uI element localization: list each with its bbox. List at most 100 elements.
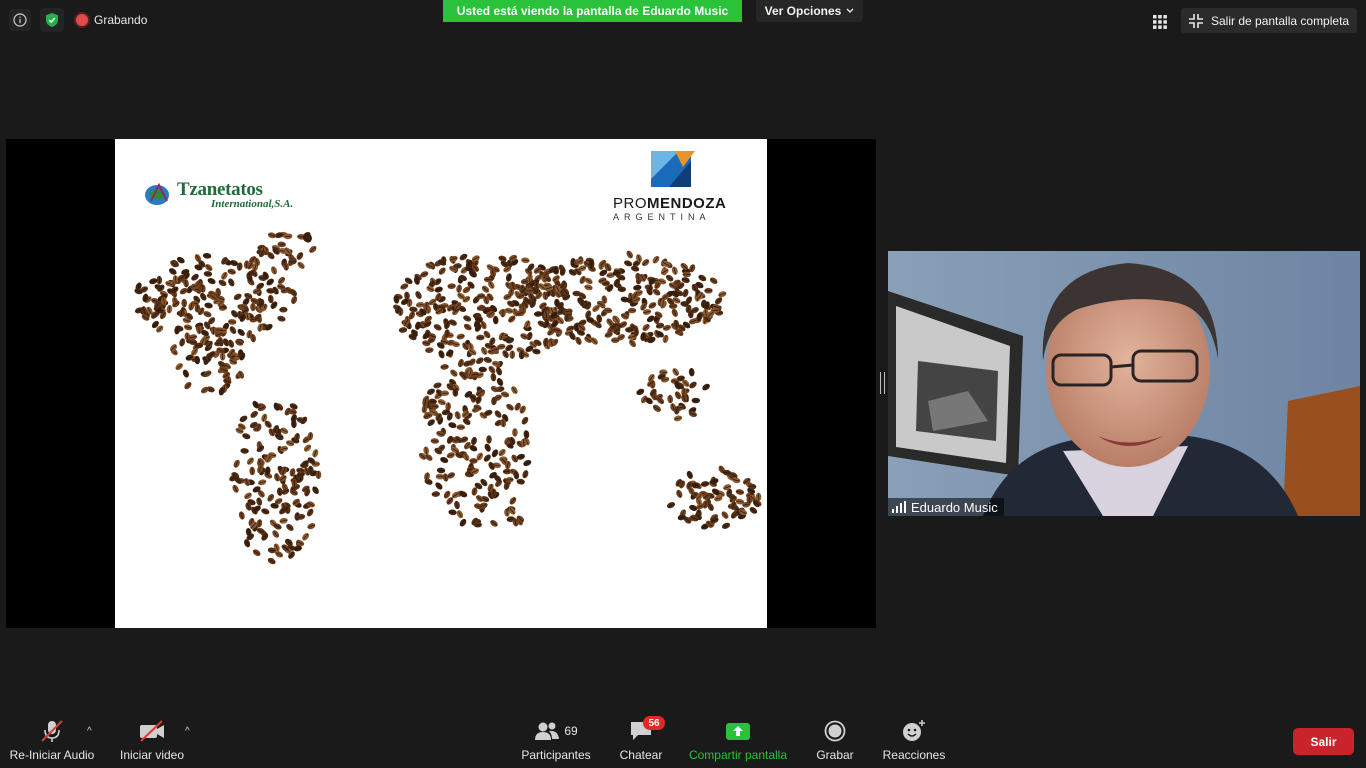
coffee-bean xyxy=(303,444,312,452)
globe-logo-icon xyxy=(145,182,169,205)
recording-indicator[interactable]: Grabando xyxy=(76,11,147,29)
coffee-bean xyxy=(427,388,435,395)
coffee-bean xyxy=(686,470,693,479)
screen-share-banner: Usted está viendo la pantalla de Eduardo… xyxy=(443,0,742,22)
coffee-bean xyxy=(291,295,298,305)
coffee-bean xyxy=(279,517,288,524)
coffee-bean xyxy=(297,261,305,269)
coffee-bean xyxy=(438,267,446,275)
share-screen-button[interactable]: Compartir pantalla xyxy=(687,718,789,764)
coffee-bean xyxy=(483,454,491,462)
coffee-bean xyxy=(312,449,319,458)
coffee-bean xyxy=(425,347,434,354)
coffee-bean xyxy=(490,373,497,382)
security-button[interactable] xyxy=(40,8,64,32)
coffee-bean xyxy=(232,484,239,493)
coffee-bean xyxy=(626,250,633,259)
coffee-bean xyxy=(471,436,477,446)
participants-icon-wrap: 69 xyxy=(534,718,578,744)
coffee-bean xyxy=(459,518,467,527)
coffee-bean xyxy=(239,415,248,423)
coffee-bean xyxy=(430,438,439,444)
leave-button[interactable]: Salir xyxy=(1293,728,1354,755)
coffee-bean xyxy=(718,291,727,298)
leave-label: Salir xyxy=(1310,734,1337,749)
coffee-bean xyxy=(484,443,491,452)
chat-label: Chatear xyxy=(619,748,663,762)
split-divider-handle[interactable] xyxy=(880,372,885,394)
video-button[interactable]: Iniciar video xyxy=(117,718,187,764)
video-label: Iniciar video xyxy=(119,748,185,762)
participant-name-tag: Eduardo Music xyxy=(888,498,1004,516)
gallery-view-button[interactable] xyxy=(1150,12,1170,32)
coffee-bean xyxy=(449,255,458,262)
coffee-bean xyxy=(523,459,532,467)
audio-options-caret[interactable]: ^ xyxy=(87,726,92,737)
coffee-bean xyxy=(483,357,492,363)
coffee-bean xyxy=(506,403,514,411)
coffee-bean xyxy=(270,266,278,275)
shield-check-icon xyxy=(46,13,58,27)
participants-button[interactable]: 69 Participantes xyxy=(520,718,592,764)
coffee-bean xyxy=(169,268,177,275)
coffee-bean xyxy=(272,530,280,538)
coffee-bean xyxy=(450,369,458,377)
coffee-bean xyxy=(700,481,710,487)
coffee-bean xyxy=(267,557,276,565)
coffee-bean xyxy=(279,306,288,313)
reactions-button[interactable]: Reacciones xyxy=(882,718,946,764)
signal-strength-icon xyxy=(892,501,906,513)
reactions-icon-wrap xyxy=(901,718,927,744)
view-options-button[interactable]: Ver Opciones xyxy=(756,0,863,22)
info-button[interactable] xyxy=(9,9,31,31)
coffee-bean xyxy=(228,278,235,287)
coffee-bean xyxy=(221,271,228,280)
coffee-bean xyxy=(516,478,525,485)
coffee-bean xyxy=(166,305,173,314)
record-button[interactable]: Grabar xyxy=(812,718,858,764)
coffee-bean xyxy=(434,286,443,293)
recording-label: Grabando xyxy=(94,13,148,27)
coffee-bean xyxy=(469,458,478,464)
coffee-bean xyxy=(203,271,213,277)
coffee-bean xyxy=(509,497,517,505)
record-label: Grabar xyxy=(816,748,854,762)
coffee-bean xyxy=(456,510,464,519)
coffee-bean xyxy=(689,381,697,389)
presentation-slide: Tzanetatos International,S.A. PROMENDOZA… xyxy=(115,139,767,628)
coffee-bean xyxy=(246,457,254,465)
coffee-bean xyxy=(704,287,713,294)
grid-view-icon xyxy=(1153,15,1167,29)
coffee-bean xyxy=(698,274,707,282)
participant-video[interactable]: Eduardo Music xyxy=(888,251,1360,516)
coffee-bean xyxy=(433,324,442,331)
exit-fullscreen-button[interactable]: Salir de pantalla completa xyxy=(1181,8,1357,33)
coffee-bean xyxy=(302,532,309,541)
coffee-bean xyxy=(624,260,633,267)
coffee-bean xyxy=(204,302,213,309)
coffee-bean xyxy=(496,378,504,386)
coffee-bean xyxy=(267,494,275,502)
coffee-bean xyxy=(267,294,274,304)
participants-label: Participantes xyxy=(521,748,591,762)
coffee-bean xyxy=(506,273,512,282)
video-options-caret[interactable]: ^ xyxy=(185,726,190,737)
mic-muted-icon xyxy=(41,720,63,742)
promendoza-mark-icon xyxy=(651,151,695,187)
coffee-bean xyxy=(511,386,518,394)
coffee-bean xyxy=(523,430,530,439)
coffee-bean xyxy=(490,520,498,527)
chat-button[interactable]: 56 Chatear xyxy=(617,716,665,764)
coffee-bean xyxy=(691,397,700,404)
view-options-label: Ver Opciones xyxy=(764,4,842,18)
coffee-bean xyxy=(448,509,457,516)
coffee-bean xyxy=(435,482,443,490)
chat-unread-badge: 56 xyxy=(643,716,665,730)
shared-screen[interactable]: Tzanetatos International,S.A. PROMENDOZA… xyxy=(6,139,876,628)
coffee-bean xyxy=(625,327,634,333)
coffee-bean xyxy=(436,467,446,474)
chevron-down-icon xyxy=(846,8,854,13)
video-icon-wrap xyxy=(138,718,166,744)
coffee-bean xyxy=(735,489,745,495)
audio-button[interactable]: Re-Iniciar Audio xyxy=(8,718,96,764)
